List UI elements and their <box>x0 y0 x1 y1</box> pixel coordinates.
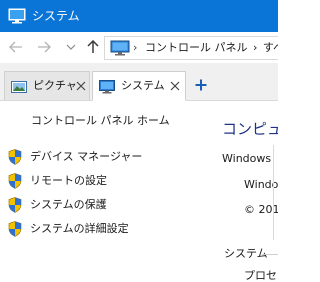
section-divider <box>273 145 274 240</box>
window-title: システム <box>32 9 80 23</box>
task-device-manager[interactable]: デバイス マネージャー <box>8 148 208 166</box>
page-heading: コンピュー <box>222 120 278 138</box>
tab-system[interactable]: システム <box>92 71 186 101</box>
task-label: リモートの設定 <box>30 174 107 187</box>
new-tab-button[interactable] <box>193 77 209 93</box>
section-rule <box>262 254 278 255</box>
title-bar[interactable]: システム <box>0 0 278 32</box>
tab-label: ピクチャ <box>33 79 77 92</box>
uac-shield-icon <box>8 197 22 213</box>
task-remote-settings[interactable]: リモートの設定 <box>8 172 208 190</box>
forward-button[interactable] <box>36 39 52 55</box>
up-button[interactable] <box>85 39 101 55</box>
task-advanced-system-settings[interactable]: システムの詳細設定 <box>8 220 208 238</box>
task-label: システムの保護 <box>30 198 107 211</box>
close-icon <box>76 81 86 91</box>
content-area: コントロール パネル ホーム デバイス マネージャー リモートの設定 システムの… <box>0 101 278 282</box>
main-panel: コンピュー Windows Windo © 201 システム プロセ <box>218 101 278 282</box>
task-label: デバイス マネージャー <box>30 150 143 163</box>
arrow-up-icon <box>87 40 99 53</box>
breadcrumb-item-all[interactable]: すべ <box>263 41 278 54</box>
breadcrumb-separator[interactable]: › <box>253 41 257 54</box>
arrow-right-icon <box>38 41 51 53</box>
uac-shield-icon <box>8 149 22 165</box>
system-window: システム › コントロール パネル › す ピクチャ システム コントロール パ… <box>0 0 278 282</box>
task-label: システムの詳細設定 <box>30 222 129 235</box>
picture-icon <box>11 79 27 93</box>
navigation-bar: › コントロール パネル › すべ <box>0 32 278 63</box>
system-monitor-icon <box>99 79 115 94</box>
back-button[interactable] <box>8 39 24 55</box>
chevron-down-icon <box>66 44 76 50</box>
breadcrumb-separator: › <box>133 41 138 54</box>
task-system-protection[interactable]: システムの保護 <box>8 196 208 214</box>
tab-pictures[interactable]: ピクチャ <box>4 71 90 100</box>
processor-label: プロセ <box>244 269 277 282</box>
recent-locations-button[interactable] <box>63 39 79 55</box>
uac-shield-icon <box>8 221 22 237</box>
control-panel-home-link[interactable]: コントロール パネル ホーム <box>31 113 170 129</box>
uac-shield-icon <box>8 173 22 189</box>
close-icon <box>170 81 180 91</box>
arrow-left-icon <box>9 41 22 53</box>
windows-edition-label: Windows <box>222 152 272 165</box>
breadcrumb-item-control-panel[interactable]: コントロール パネル <box>145 41 248 54</box>
system-monitor-icon <box>8 8 26 24</box>
breadcrumb: コントロール パネル › すべ <box>145 38 278 58</box>
plus-icon <box>195 79 207 91</box>
tab-strip: ピクチャ システム <box>0 63 278 101</box>
control-panel-icon <box>110 40 130 56</box>
tab-label: システム <box>121 79 165 92</box>
tab-close-button[interactable] <box>75 80 87 92</box>
tab-close-button[interactable] <box>169 80 181 92</box>
address-bar[interactable]: › コントロール パネル › すべ <box>104 36 278 60</box>
